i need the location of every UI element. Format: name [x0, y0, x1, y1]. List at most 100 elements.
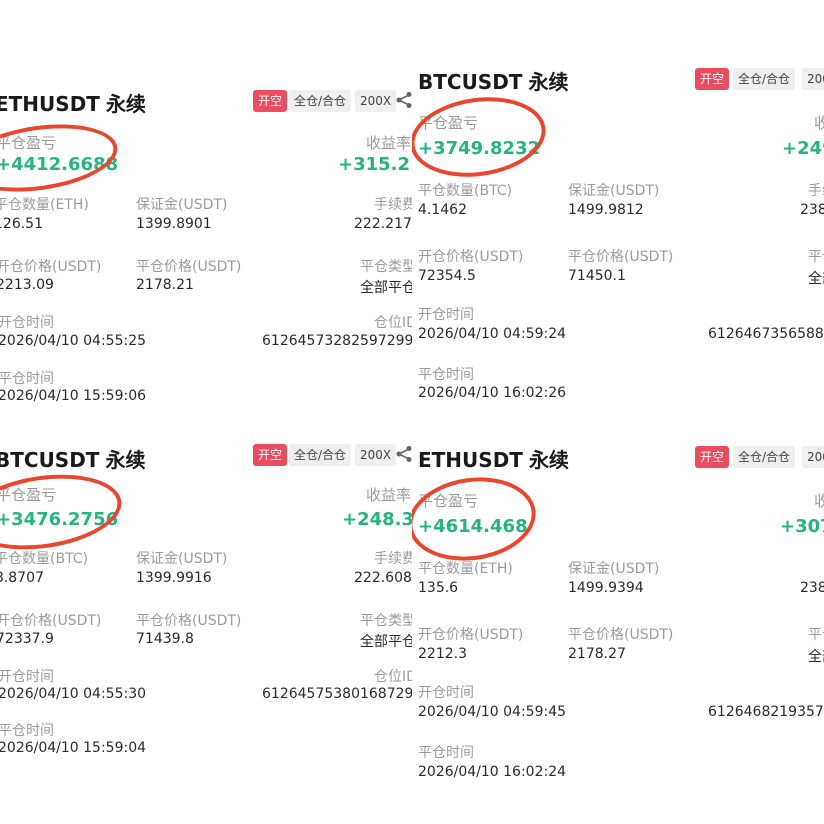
close-time-label: 平仓时间 — [0, 371, 54, 387]
position-id-value: 612645732825972992 — [262, 333, 414, 349]
fee-label: 手续费 — [374, 197, 414, 213]
position-id-label: 仓位ID — [374, 669, 414, 685]
highlight-circle — [412, 88, 551, 186]
symbol-title: ETHUSDT 永续 — [418, 448, 569, 472]
close-price-value: 71439.8 — [136, 631, 194, 647]
position-card-eth-2[interactable]: ETHUSDT永续 开空 全仓/合仓 200X 平仓盈亏 +4614.468 收… — [412, 436, 824, 812]
open-short-tag: 开空 — [695, 68, 730, 90]
open-time-value: 2026/04/10 04:59:45 — [418, 704, 567, 720]
close-price-label: 平仓价格(USDT) — [136, 613, 242, 629]
open-time-value: 2026/04/10 04:59:24 — [418, 326, 567, 342]
close-type-label: 平仓类型 — [360, 613, 414, 629]
margin-label: 保证金(USDT) — [136, 551, 228, 567]
symbol-title: ETHUSDT 永续 — [0, 92, 146, 116]
fee-value: 222.2173 — [354, 216, 414, 232]
open-time-label: 开仓时间 — [0, 669, 54, 685]
roi-label: 收益率 — [366, 134, 412, 152]
close-time-label: 平仓时间 — [0, 723, 54, 739]
margin-mode-tag: 全仓/合仓 — [733, 446, 796, 468]
open-price-label: 开仓价格(USDT) — [418, 249, 524, 265]
close-time-value: 2026/04/10 15:59:06 — [0, 388, 147, 404]
close-qty-value: 48.8707 — [0, 570, 44, 586]
symbol-title: BTCUSDT 永续 — [0, 448, 146, 472]
symbol-title: BTCUSDT 永续 — [418, 70, 569, 94]
open-time-value: 2026/04/10 04:55:30 — [0, 686, 147, 702]
margin-label: 保证金(USDT) — [136, 197, 228, 213]
close-time-label: 平仓时间 — [418, 745, 474, 761]
position-card-btc-1[interactable]: BTCUSDT永续 开空 全仓/合仓 200X 平仓盈亏 +3749.8232 … — [412, 58, 824, 418]
margin-label: 保证金(USDT) — [568, 183, 660, 199]
roi-value: +249 — [782, 138, 824, 159]
position-id-label: 仓位ID — [374, 315, 414, 331]
highlight-circle — [412, 469, 542, 569]
position-card-eth-1[interactable]: ETHUSDT 永续 开空 全仓/合仓 200X 平仓盈亏 +4412.6688 … — [0, 78, 414, 418]
fee-value: 238 — [800, 580, 824, 596]
fee-value: 238 — [800, 202, 824, 218]
open-price-value: 72337.9 — [0, 631, 54, 647]
close-price-label: 平仓价格(USDT) — [136, 259, 242, 275]
close-qty-label: 平仓数量(BTC) — [418, 183, 513, 199]
open-short-tag: 开空 — [253, 444, 288, 466]
close-qty-label: 平仓数量(BTC) — [0, 551, 89, 567]
margin-value: 1399.8901 — [136, 216, 212, 232]
close-time-value: 2026/04/10 16:02:24 — [418, 764, 567, 780]
position-id-value: 6126468219357 — [708, 704, 824, 720]
open-short-tag: 开空 — [253, 90, 288, 112]
close-type-label: 平仓 — [808, 249, 824, 265]
close-type-label: 平仓类型 — [360, 259, 414, 275]
close-type-label: 平仓 — [808, 627, 824, 643]
close-type-value: 全部 — [808, 271, 824, 287]
open-price-label: 开仓价格(USDT) — [0, 613, 102, 629]
open-price-label: 开仓价格(USDT) — [0, 259, 102, 275]
close-qty-value: 126.51 — [0, 216, 43, 232]
margin-value: 1499.9812 — [568, 202, 644, 218]
open-time-label: 开仓时间 — [0, 315, 54, 331]
open-price-value: 2213.09 — [0, 277, 54, 293]
fee-label: 手续费 — [374, 551, 414, 567]
close-qty-label: 平仓数量(ETH) — [0, 197, 89, 213]
roi-label: 收益率 — [814, 114, 824, 132]
fee-value: 222.6081 — [354, 570, 414, 586]
open-price-value: 2212.3 — [418, 646, 467, 662]
open-time-label: 开仓时间 — [418, 307, 474, 323]
roi-value: +307 — [780, 516, 824, 537]
highlight-circle — [0, 465, 127, 559]
highlight-circle — [0, 115, 122, 201]
close-price-value: 2178.27 — [568, 646, 626, 662]
open-price-value: 72354.5 — [418, 268, 476, 284]
margin-value: 1399.9916 — [136, 570, 212, 586]
leverage-tag: 200X — [355, 444, 397, 466]
share-icon[interactable] — [395, 91, 413, 109]
close-time-value: 2026/04/10 15:59:04 — [0, 740, 147, 756]
leverage-tag: 200X — [802, 68, 824, 90]
close-type-value: 全部平仓 — [360, 634, 414, 650]
open-time-value: 2026/04/10 04:55:25 — [0, 333, 147, 349]
margin-label: 保证金(USDT) — [568, 561, 660, 577]
margin-mode-tag: 全仓/合仓 — [733, 68, 796, 90]
open-price-label: 开仓价格(USDT) — [418, 627, 524, 643]
margin-mode-tag: 全仓/合仓 — [289, 90, 352, 112]
roi-value: +315.21% — [338, 154, 414, 175]
leverage-tag: 200X — [355, 90, 397, 112]
position-id-value: 612645753801687296 — [262, 686, 414, 702]
position-card-btc-2[interactable]: BTCUSDT 永续 开空 全仓/合仓 200X 平仓盈亏 +3476.2756 … — [0, 434, 414, 814]
close-price-label: 平仓价格(USDT) — [568, 627, 674, 643]
close-qty-value: 4.1462 — [418, 202, 467, 218]
roi-label: 收益率 — [366, 486, 412, 504]
close-time-label: 平仓时间 — [418, 367, 474, 383]
close-qty-label: 平仓数量(ETH) — [418, 561, 513, 577]
margin-mode-tag: 全仓/合仓 — [289, 444, 352, 466]
close-qty-value: 135.6 — [418, 580, 459, 596]
margin-value: 1499.9394 — [568, 580, 644, 596]
roi-label: 收益率 — [814, 492, 824, 510]
close-price-value: 71450.1 — [568, 268, 626, 284]
close-time-value: 2026/04/10 16:02:26 — [418, 385, 567, 401]
open-time-label: 开仓时间 — [418, 685, 474, 701]
share-icon[interactable] — [395, 445, 413, 463]
fee-label: 手续 — [808, 183, 824, 199]
close-type-value: 全部平仓 — [360, 280, 414, 296]
close-price-label: 平仓价格(USDT) — [568, 249, 674, 265]
close-price-value: 2178.21 — [136, 277, 194, 293]
roi-value: +248.3% — [342, 509, 414, 530]
open-short-tag: 开空 — [695, 446, 730, 468]
